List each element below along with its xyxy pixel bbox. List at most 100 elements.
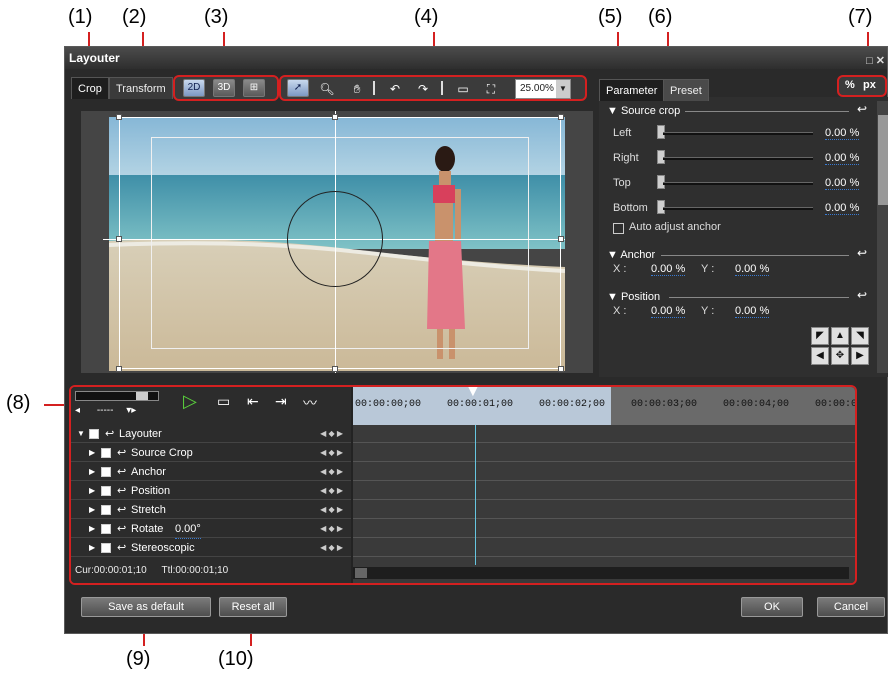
next-keyframe-icon[interactable]: ⇥	[275, 393, 287, 410]
reset-icon[interactable]: ↩	[105, 425, 114, 443]
stereo-view-button[interactable]: ⊞	[243, 79, 265, 97]
mode-2d-button[interactable]: 2D	[183, 79, 205, 97]
source-crop-reset-icon[interactable]: ↩	[857, 102, 867, 116]
track-row[interactable]: ▶ ↩ Stretch ◀ ◆ ▶	[71, 501, 351, 519]
crop-right-value[interactable]: 0.00 %	[825, 152, 860, 165]
zoom-tool-button[interactable]: 🔍︎	[317, 80, 337, 98]
expand-icon[interactable]: ▶	[89, 482, 95, 500]
nudge-left-button[interactable]: ◀	[811, 347, 829, 365]
scroll-left-icon[interactable]	[355, 568, 367, 578]
reset-icon[interactable]: ↩	[117, 520, 126, 538]
expand-icon[interactable]: ▶	[89, 444, 95, 462]
mode-3d-button[interactable]: 3D	[213, 79, 235, 97]
chevron-left-icon[interactable]: ◂	[75, 405, 80, 416]
maximize-icon[interactable]: □ ✕	[866, 50, 885, 72]
expand-icon[interactable]: ▶	[89, 501, 95, 519]
keyframe-nav-icon[interactable]: ◀ ◆ ▶	[320, 463, 343, 481]
keyframe-lane[interactable]	[353, 501, 855, 519]
anchor-reset-icon[interactable]: ↩	[857, 246, 867, 260]
nudge-up-button[interactable]: ▲	[831, 327, 849, 345]
fit-window-button[interactable]: ⛶	[481, 80, 501, 98]
chevron-right-icon[interactable]: ▾▸	[126, 405, 136, 416]
expand-icon[interactable]: ▶	[89, 520, 95, 538]
position-y-value[interactable]: 0.00 %	[735, 305, 770, 318]
crop-bottom-value[interactable]: 0.00 %	[825, 202, 860, 215]
keyframe-lane[interactable]	[353, 463, 855, 481]
hand-tool-button[interactable]: ✋︎	[347, 80, 367, 98]
nudge-center-button[interactable]: ✥	[831, 347, 849, 365]
crop-handle-top-right[interactable]	[558, 114, 564, 120]
nudge-up-right-button[interactable]: ◥	[851, 327, 869, 345]
ok-button[interactable]: OK	[741, 597, 803, 617]
play-icon[interactable]: ▷	[183, 391, 197, 412]
tab-parameter[interactable]: Parameter	[599, 79, 665, 101]
anchor-x-value[interactable]: 0.00 %	[651, 263, 686, 276]
track-row[interactable]: ▼ ↩ Layouter ◀ ◆ ▶	[71, 425, 351, 443]
track-checkbox[interactable]	[101, 448, 111, 458]
crop-handle-right[interactable]	[558, 236, 564, 242]
crop-handle-bottom[interactable]	[332, 366, 338, 372]
reset-icon[interactable]: ↩	[117, 444, 126, 462]
track-row[interactable]: ▶ ↩ Anchor ◀ ◆ ▶	[71, 463, 351, 481]
keyframe-lane[interactable]	[353, 520, 855, 538]
keyframe-nav-icon[interactable]: ◀ ◆ ▶	[320, 444, 343, 462]
track-row[interactable]: ▶ ↩ Stereoscopic ◀ ◆ ▶	[71, 539, 351, 557]
rotate-value[interactable]: 0.00°	[175, 520, 201, 539]
crop-top-value[interactable]: 0.00 %	[825, 177, 860, 190]
timeline-ruler[interactable]: 00:00:00;00 00:00:01;00 00:00:02;00 00:0…	[353, 387, 855, 425]
track-checkbox[interactable]	[101, 505, 111, 515]
reset-all-button[interactable]: Reset all	[219, 597, 287, 617]
playhead-marker-icon[interactable]: ▼	[465, 387, 481, 401]
expand-icon[interactable]: ▶	[89, 539, 95, 557]
expand-icon[interactable]: ▶	[89, 463, 95, 481]
keyframe-nav-icon[interactable]: ◀ ◆ ▶	[320, 482, 343, 500]
reset-icon[interactable]: ↩	[117, 463, 126, 481]
crop-handle-bottom-right[interactable]	[558, 366, 564, 372]
track-row[interactable]: ▶ ↩ Source Crop ◀ ◆ ▶	[71, 444, 351, 462]
crop-bottom-slider[interactable]	[663, 207, 813, 210]
track-checkbox[interactable]	[101, 524, 111, 534]
chevron-down-icon[interactable]: ▼	[556, 80, 570, 98]
position-x-value[interactable]: 0.00 %	[651, 305, 686, 318]
tab-preset[interactable]: Preset	[663, 79, 709, 101]
crop-left-value[interactable]: 0.00 %	[825, 127, 860, 140]
crop-top-slider[interactable]	[663, 182, 813, 185]
preview-canvas[interactable]	[81, 111, 593, 373]
keyframe-nav-icon[interactable]: ◀ ◆ ▶	[320, 501, 343, 519]
panel-scrollbar[interactable]	[877, 101, 888, 373]
keyframe-nav-icon[interactable]: ◀ ◆ ▶	[320, 425, 343, 443]
zoom-select[interactable]: 25.00% ▼	[515, 79, 571, 99]
collapse-icon[interactable]: ▼	[77, 425, 85, 443]
track-row[interactable]: ▶ ↩ Position ◀ ◆ ▶	[71, 482, 351, 500]
nudge-right-button[interactable]: ▶	[851, 347, 869, 365]
keyframe-nav-icon[interactable]: ◀ ◆ ▶	[320, 520, 343, 538]
undo-button[interactable]: ↶	[385, 80, 405, 98]
crop-right-slider[interactable]	[663, 157, 813, 160]
keyframe-lane[interactable]	[353, 444, 855, 462]
crop-handle-top-left[interactable]	[116, 114, 122, 120]
add-keyframe-icon[interactable]: ▭	[217, 393, 230, 410]
keyframe-lane[interactable]	[353, 425, 855, 443]
tab-transform[interactable]: Transform	[109, 77, 173, 99]
save-as-default-button[interactable]: Save as default	[81, 597, 211, 617]
prev-keyframe-icon[interactable]: ⇤	[247, 393, 259, 410]
track-checkbox[interactable]	[89, 429, 99, 439]
crop-left-slider[interactable]	[663, 132, 813, 135]
crop-handle-left[interactable]	[116, 236, 122, 242]
crop-handle-bottom-left[interactable]	[116, 366, 122, 372]
cancel-button[interactable]: Cancel	[817, 597, 885, 617]
curve-icon[interactable]: 〰	[303, 393, 317, 413]
keyframe-nav-icon[interactable]: ◀ ◆ ▶	[320, 539, 343, 557]
tab-crop[interactable]: Crop	[71, 77, 109, 99]
timeline-scrub-bar[interactable]	[75, 391, 159, 401]
timecode-field[interactable]: ◂ ----- ▾▸	[75, 405, 159, 417]
unit-px-button[interactable]: px	[863, 79, 876, 91]
track-row[interactable]: ▶ ↩ Rotate 0.00° ◀ ◆ ▶	[71, 520, 351, 539]
track-checkbox[interactable]	[101, 543, 111, 553]
anchor-y-value[interactable]: 0.00 %	[735, 263, 770, 276]
timeline-keyframe-area[interactable]: 00:00:00;00 00:00:01;00 00:00:02;00 00:0…	[353, 387, 855, 583]
section-position[interactable]: ▼ Position	[607, 289, 660, 305]
keyframe-lane[interactable]	[353, 539, 855, 557]
timeline-horizontal-scrollbar[interactable]	[353, 567, 849, 579]
section-source-crop[interactable]: ▼ Source crop	[607, 103, 680, 119]
